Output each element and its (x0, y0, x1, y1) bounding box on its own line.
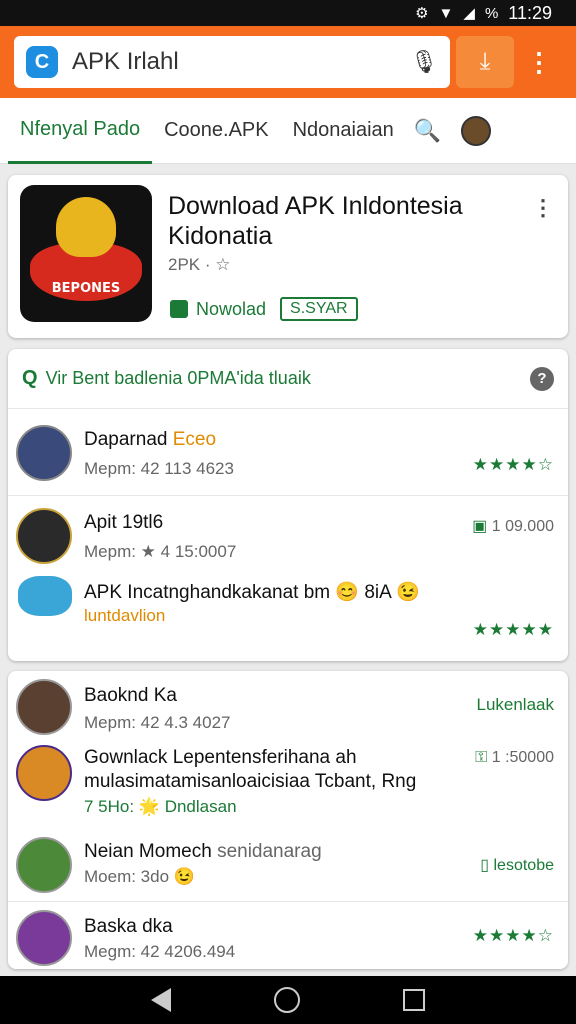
more-vert-icon[interactable]: ⋮ (532, 195, 554, 221)
tab-bar: Nfenyal Pado Coone.APK Ndonaiaian 🔍 (0, 98, 576, 164)
app-logo-icon: C (26, 46, 58, 78)
help-icon[interactable]: ? (530, 366, 554, 391)
app-thumbnail (16, 425, 72, 481)
list-item[interactable]: Baoknd Ka Mepm: 42 4.3 4027 Lukenlaak (8, 671, 568, 737)
search-icon[interactable]: 🔍 (414, 118, 441, 144)
search-icon: Q (22, 367, 38, 389)
featured-app-meta: 2PK · ☆ (168, 255, 231, 274)
rating-stars: ★★★★☆ (472, 926, 554, 945)
profile-avatar[interactable] (461, 115, 492, 146)
app-thumbnail (16, 508, 72, 564)
more-vert-icon[interactable]: ⋮ (526, 47, 552, 78)
avatar (16, 837, 72, 893)
avatar (16, 910, 72, 966)
document-icon: ▯ (480, 857, 494, 874)
app-thumbnail (18, 576, 72, 616)
list-item[interactable]: Gownlack Lepentensferihana ah mulasimata… (8, 741, 568, 829)
status-bar: ⚙ ▼ ◢ % 11:29 (0, 0, 576, 26)
app-thumbnail (16, 745, 72, 801)
home-icon[interactable] (273, 987, 300, 1013)
app-list-card: Baoknd Ka Mepm: 42 4.3 4027 Lukenlaak Go… (8, 671, 568, 969)
list-header: Q Vir Bent badlenia 0PMA'ida tluaik ? (8, 349, 568, 409)
list-item[interactable]: Daparnad Eceo Mepm: 42 113 4623 ★★★★☆ (8, 411, 568, 493)
notification-icon: ⚙ (415, 5, 429, 22)
tab-1[interactable]: Nfenyal Pado (8, 98, 153, 164)
list-header-text: Vir Bent badlenia 0PMA'ida tluaik (45, 368, 311, 388)
rating-stars: ★★★★★ (472, 620, 554, 639)
wifi-icon: ▼ (438, 4, 454, 22)
app-list-card: Q Vir Bent badlenia 0PMA'ida tluaik ? Da… (8, 349, 568, 661)
recent-apps-icon[interactable] (402, 989, 425, 1011)
clock: 11:29 (508, 2, 552, 23)
install-label[interactable]: Nowolad (196, 299, 266, 320)
list-item[interactable]: Apit 19tl6 Mepm: ★ 4 15:0007 ▣ 1 09.000 … (8, 495, 568, 659)
download-count-icon: ▣ (472, 518, 492, 535)
tab-2[interactable]: Coone.APK (152, 98, 281, 164)
mic-icon[interactable]: 🎙 (410, 49, 438, 75)
back-icon[interactable] (151, 988, 172, 1012)
search-input[interactable]: C APK Irlahl 🎙 (14, 36, 450, 88)
avatar (16, 679, 72, 735)
battery-icon: % (484, 4, 499, 22)
star-outline-icon: ☆ (215, 255, 231, 274)
featured-app-card[interactable]: BEPONES Download APK Inldontesia Kidonat… (8, 175, 568, 338)
icon-label: BEPONES (51, 281, 121, 296)
search-query[interactable]: APK Irlahl (72, 48, 410, 76)
lock-icon: ⚿ (475, 749, 492, 766)
list-item[interactable]: Neian Momech senidanarag Moem: 3do 😉 ▯ l… (8, 833, 568, 897)
install-row[interactable]: Nowolad S.SYAR (170, 297, 358, 321)
shopping-bag-icon (170, 300, 188, 318)
featured-app-icon: BEPONES (20, 185, 152, 322)
signal-icon: ◢ (463, 5, 475, 22)
system-nav-bar (0, 976, 576, 1024)
download-icon[interactable]: ⤓ (456, 36, 514, 88)
list-item[interactable]: Baska dka Megm: 42 4206.494 ★★★★☆ (8, 901, 568, 969)
install-badge: S.SYAR (280, 297, 358, 321)
tab-3[interactable]: Ndonaiaian (281, 98, 406, 164)
rating-stars: ★★★★☆ (472, 455, 554, 474)
featured-app-title: Download APK Inldontesia Kidonatia (168, 192, 463, 250)
app-bar: C APK Irlahl 🎙 ⤓ ⋮ (0, 26, 576, 98)
